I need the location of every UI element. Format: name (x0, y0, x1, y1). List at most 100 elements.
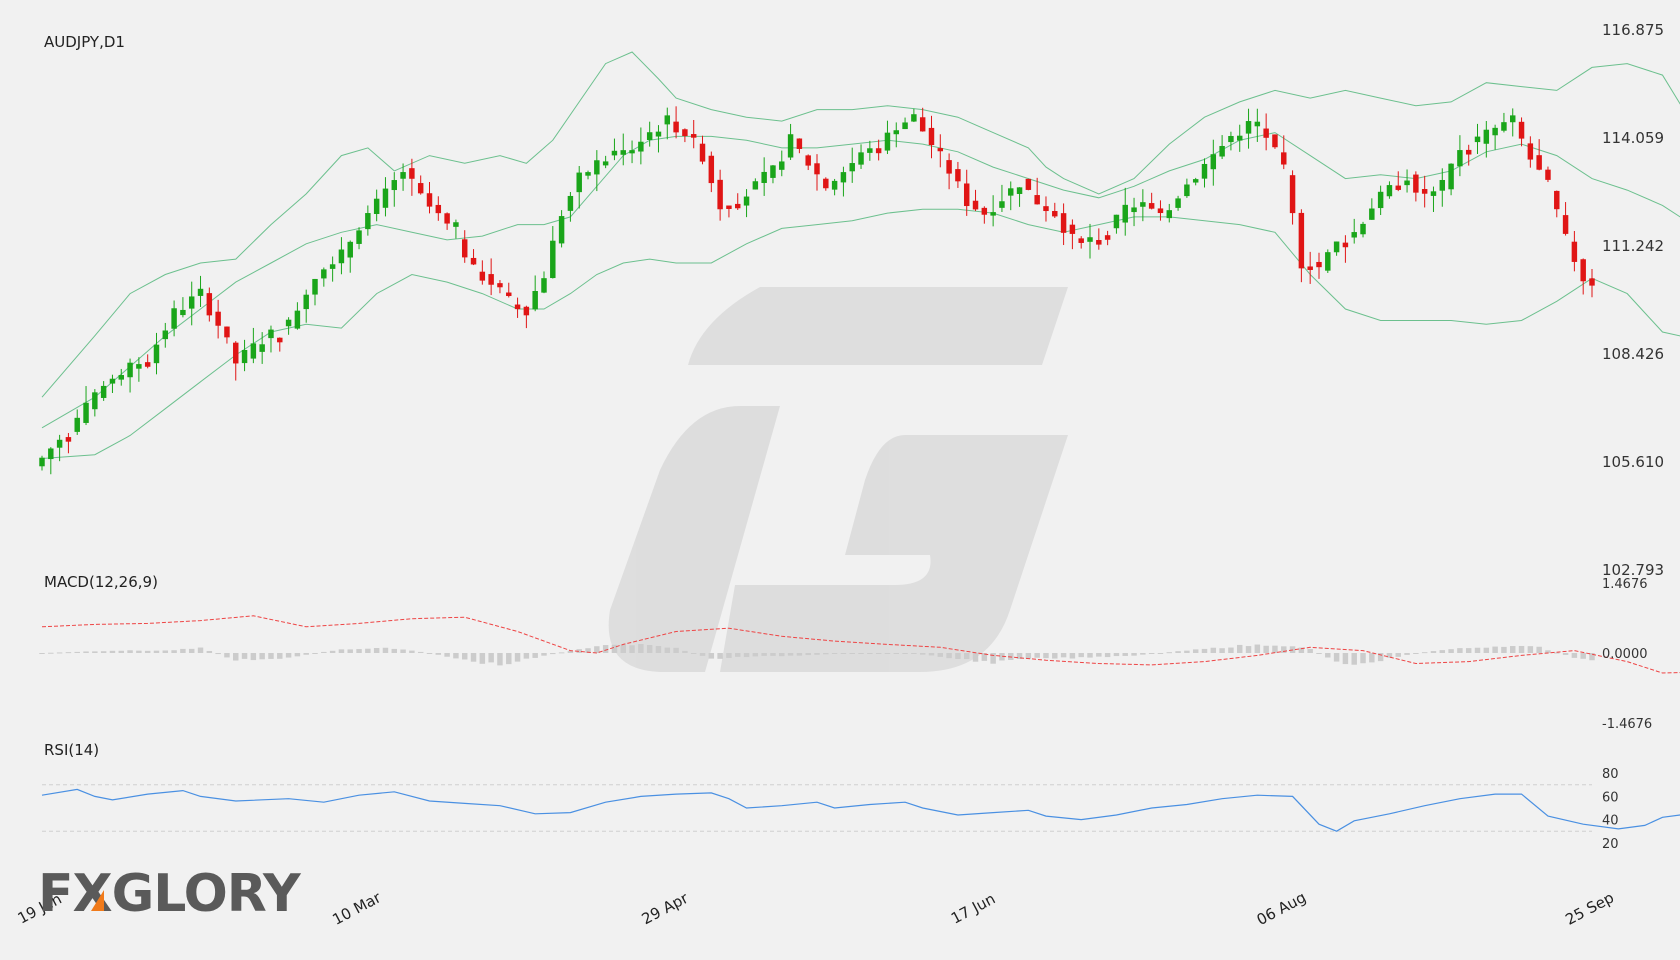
macd-hist-bar (1078, 653, 1084, 658)
macd-hist-bar (1034, 653, 1040, 658)
candle-body (981, 207, 988, 215)
macd-hist-bar (506, 653, 512, 665)
candle-body (919, 117, 926, 132)
macd-hist-bar (1192, 649, 1199, 653)
candle-body (285, 319, 292, 327)
macd-hist-bar (1571, 653, 1578, 658)
candle-body (1351, 232, 1357, 238)
macd-hist-bar (1060, 653, 1067, 658)
candle-body (461, 239, 468, 258)
macd-hist-bar (259, 653, 265, 660)
macd-hist-bar (937, 653, 944, 657)
macd-hist-bar (990, 653, 996, 664)
candle-body (1562, 215, 1569, 234)
macd-hist-bar (779, 653, 785, 657)
candle-body (673, 121, 679, 133)
candle-body (823, 178, 829, 189)
candle-body (92, 392, 98, 410)
macd-hist-bar (215, 653, 221, 655)
candle-body (664, 115, 671, 125)
candle-body (488, 274, 494, 285)
candle-body (277, 337, 283, 343)
candle-body (1510, 115, 1516, 123)
candle-body (937, 148, 944, 152)
x-tick-label: 29 Apr (639, 889, 692, 929)
candle-body (1386, 185, 1393, 197)
price-tick-label: 111.242 (1602, 237, 1664, 255)
candle-body (1245, 121, 1252, 134)
candle-body (1289, 175, 1296, 214)
candle-body (1236, 135, 1243, 141)
candle-body (39, 457, 45, 467)
candle-body (347, 241, 353, 258)
candle-body (1184, 184, 1190, 197)
candle-body (426, 193, 433, 207)
candle-body (1333, 241, 1340, 253)
candle-body (585, 172, 591, 176)
macd-hist-bar (48, 652, 54, 654)
macd-hist-bar (682, 650, 688, 653)
macd-hist-bar (1052, 653, 1058, 659)
macd-hist-bar (1025, 653, 1032, 659)
candle-body (752, 181, 759, 190)
candle-body (321, 269, 327, 279)
macd-hist-bar (1333, 653, 1340, 662)
macd-hist-bar (444, 653, 450, 657)
macd-hist-bar (461, 653, 468, 660)
macd-hist-bar (83, 651, 89, 653)
macd-hist-bar (1580, 653, 1586, 659)
macd-hist-bar (1157, 653, 1164, 654)
candle-body (849, 163, 855, 172)
macd-hist-bar (1404, 653, 1410, 655)
macd-hist-bar (1395, 653, 1401, 657)
macd-hist-bar (224, 653, 230, 658)
candle-body (963, 183, 970, 207)
candle-body (127, 362, 133, 378)
candle-body (188, 296, 195, 309)
macd-hist-bar (664, 647, 671, 653)
macd-hist-bar (1492, 646, 1498, 653)
candle-body (479, 271, 486, 281)
candle-body (902, 122, 908, 130)
candle-body (893, 130, 899, 135)
macd-hist-bar (814, 653, 820, 655)
rsi-tick-label: 80 (1602, 767, 1619, 782)
candle-body (1192, 179, 1199, 183)
macd-hist-bar (1140, 653, 1146, 655)
macd-hist-bar (1113, 653, 1120, 657)
macd-hist-bar (1307, 648, 1313, 653)
macd-hist-bar (770, 653, 776, 656)
macd-hist-bar (1518, 645, 1525, 653)
candle-body (470, 257, 477, 265)
candle-body (779, 161, 785, 170)
price-tick-label: 108.426 (1602, 345, 1664, 363)
candle-body (1201, 163, 1208, 179)
candle-body (118, 375, 124, 380)
macd-hist-bar (92, 651, 98, 653)
macd-hist-bar (1501, 646, 1507, 653)
candle-body (1430, 191, 1437, 196)
macd-hist-bar (417, 651, 424, 653)
macd-hist-bar (514, 653, 521, 662)
macd-hist-bar (673, 647, 679, 653)
candle-body (1307, 266, 1313, 270)
macd-hist-bar (831, 653, 838, 654)
candle-body (858, 152, 864, 165)
macd-hist-bar (1325, 653, 1331, 658)
macd-hist-bar (1281, 646, 1287, 653)
macd-hist-bar (435, 653, 442, 655)
macd-hist-bar (1413, 653, 1419, 654)
macd-hist-bar (840, 653, 847, 654)
macd-hist-bar (1457, 648, 1463, 653)
macd-hist-bar (365, 648, 371, 653)
macd-hist-bar (902, 653, 908, 654)
candle-body (1325, 252, 1331, 271)
macd-hist-bar (1474, 647, 1481, 653)
macd-hist-bar (726, 653, 732, 658)
macd-hist-bar (1236, 644, 1243, 653)
macd-hist-bar (858, 653, 864, 654)
candle-body (312, 278, 318, 295)
candle-body (109, 378, 116, 384)
macd-hist-bar (787, 653, 794, 656)
candle-body (329, 264, 336, 269)
